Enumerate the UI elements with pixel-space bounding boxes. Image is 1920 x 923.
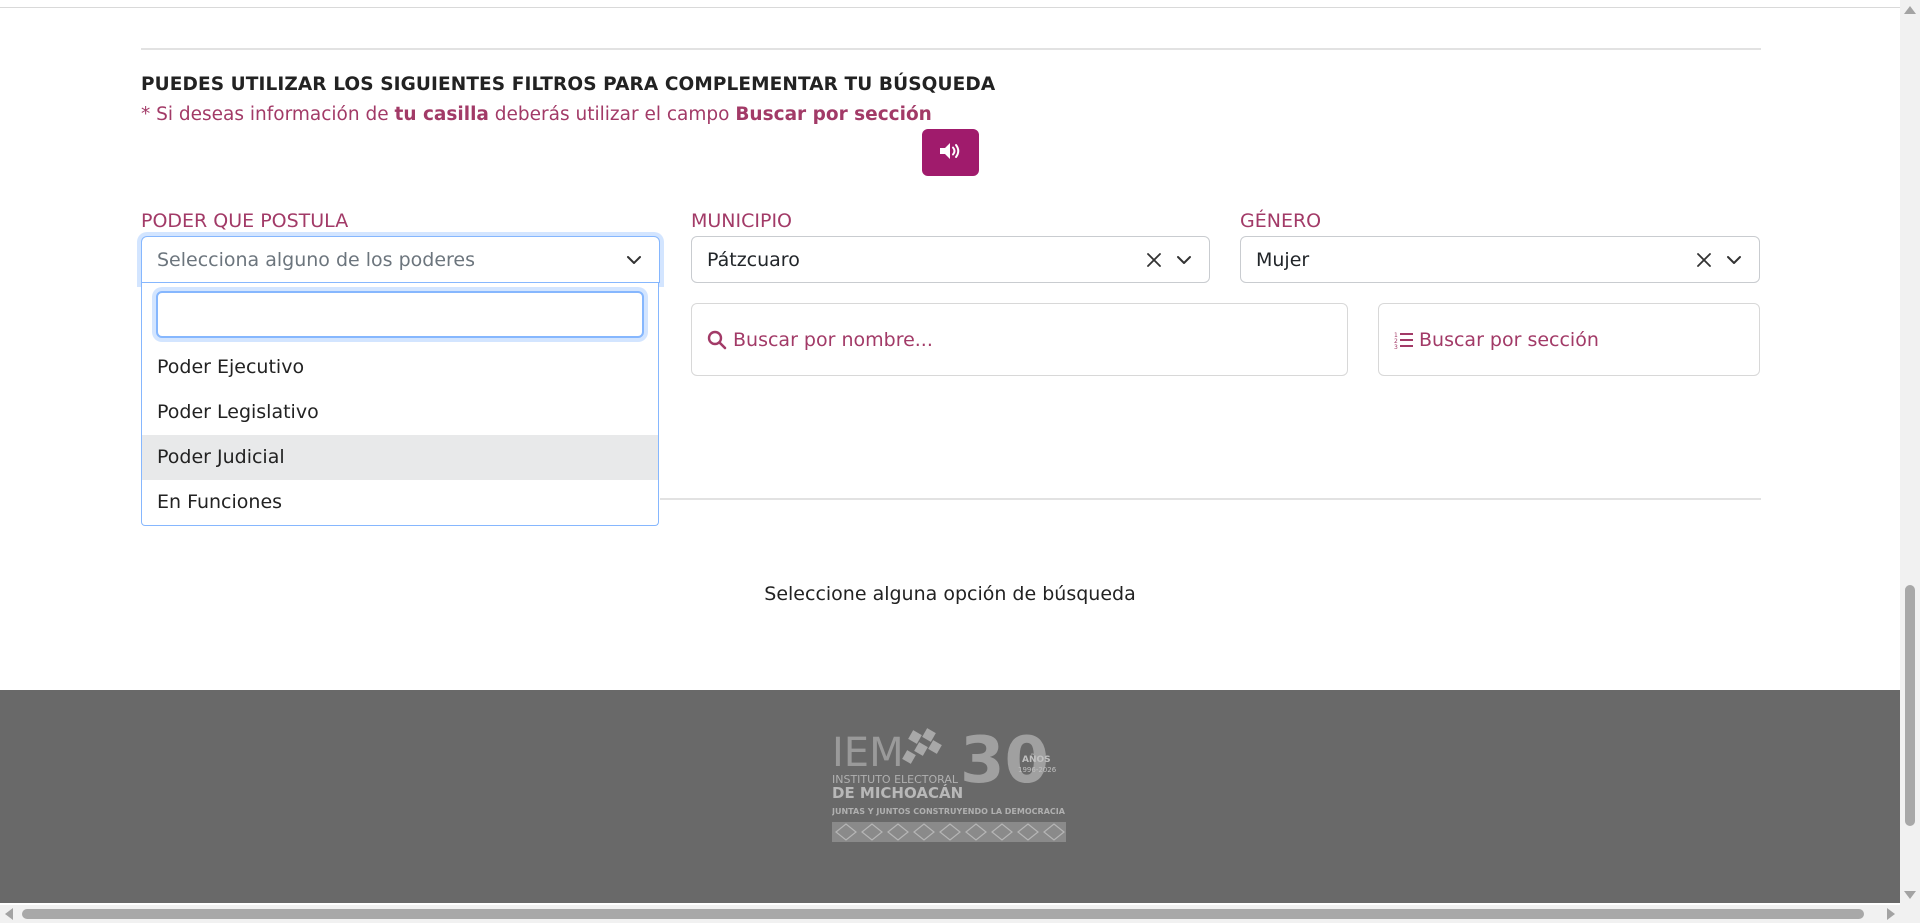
municipio-label: MUNICIPIO	[691, 210, 793, 232]
search-icon	[707, 330, 727, 350]
note-bold-seccion: Buscar por sección	[735, 104, 932, 125]
search-name-placeholder: Buscar por nombre...	[733, 328, 933, 351]
vertical-scrollbar[interactable]	[1900, 0, 1920, 905]
volume-up-icon	[938, 141, 964, 165]
poder-option[interactable]: Poder Ejecutivo	[142, 345, 658, 390]
logo-years: 1996-2026	[1018, 766, 1057, 774]
footer: IEM 30 AÑOS 1996-2026 INSTITUTO ELECTORA…	[0, 690, 1900, 903]
scroll-right-arrow-icon[interactable]	[1887, 908, 1895, 920]
scrollbar-corner	[1900, 905, 1920, 923]
logo-anos: AÑOS	[1022, 754, 1051, 765]
note-prefix: * Si deseas información de	[141, 104, 395, 125]
poder-option[interactable]: Poder Legislativo	[142, 390, 658, 435]
audio-read-button[interactable]	[922, 129, 979, 176]
poder-select[interactable]: Selecciona alguno de los poderes	[141, 236, 660, 283]
poder-option[interactable]: En Funciones	[142, 480, 658, 525]
logo-slogan: JUNTAS Y JUNTOS CONSTRUYENDO LA DEMOCRAC…	[832, 807, 1066, 816]
poder-placeholder: Selecciona alguno de los poderes	[157, 248, 476, 271]
scroll-up-arrow-icon[interactable]	[1904, 6, 1916, 14]
municipio-select[interactable]: Pátzcuaro	[691, 236, 1210, 283]
svg-text:3: 3	[1394, 344, 1398, 349]
scroll-down-arrow-icon[interactable]	[1904, 891, 1916, 899]
poder-option-highlighted[interactable]: Poder Judicial	[142, 435, 658, 480]
iem-logo: IEM 30 AÑOS 1996-2026 INSTITUTO ELECTORA…	[831, 724, 1066, 844]
search-name-input[interactable]: Buscar por nombre...	[691, 303, 1348, 376]
search-section-placeholder: Buscar por sección	[1419, 328, 1599, 351]
scroll-left-arrow-icon[interactable]	[5, 908, 13, 920]
logo-iem-text: IEM	[832, 730, 904, 776]
poder-label: PODER QUE POSTULA	[141, 210, 349, 232]
horizontal-scrollbar[interactable]	[0, 905, 1900, 923]
chevron-down-icon[interactable]	[1173, 249, 1195, 271]
clear-icon[interactable]	[1143, 249, 1165, 271]
status-message: Seleccione alguna opción de búsqueda	[764, 583, 1136, 605]
poder-dropdown-search-input[interactable]	[156, 291, 644, 338]
genero-value: Mujer	[1256, 248, 1310, 271]
results-divider	[660, 498, 1761, 500]
genero-select[interactable]: Mujer	[1240, 236, 1760, 283]
horizontal-scroll-thumb[interactable]	[22, 909, 1864, 919]
clear-icon[interactable]	[1693, 249, 1715, 271]
municipio-value: Pátzcuaro	[707, 248, 800, 271]
vertical-scroll-thumb[interactable]	[1905, 585, 1915, 826]
section-divider	[141, 48, 1761, 50]
filters-heading: PUEDES UTILIZAR LOS SIGUIENTES FILTROS P…	[141, 74, 996, 95]
note-bold-casilla: tu casilla	[394, 104, 489, 125]
filters-note: * Si deseas información de tu casilla de…	[141, 104, 932, 125]
poder-dropdown: Poder Ejecutivo Poder Legislativo Poder …	[141, 283, 659, 526]
top-divider	[0, 7, 1900, 8]
ordered-list-icon: 1 2 3	[1394, 331, 1414, 349]
genero-label: GÉNERO	[1240, 210, 1322, 232]
chevron-down-icon[interactable]	[623, 249, 645, 271]
search-section-input[interactable]: 1 2 3 Buscar por sección	[1378, 303, 1760, 376]
note-middle: deberás utilizar el campo	[488, 104, 736, 125]
logo-michoacan: DE MICHOACÁN	[832, 783, 963, 802]
chevron-down-icon[interactable]	[1723, 249, 1745, 271]
